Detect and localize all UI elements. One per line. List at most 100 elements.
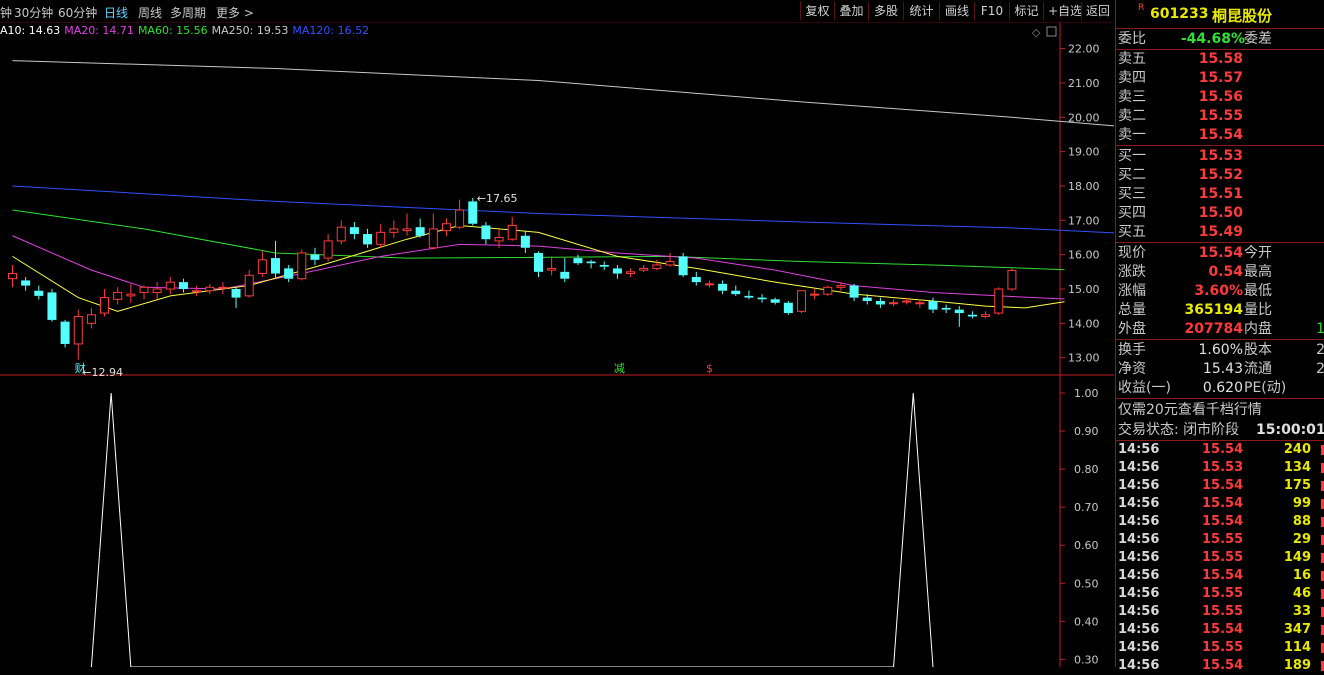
- stock-badge: R: [1138, 3, 1145, 13]
- draw-line-button[interactable]: 画线: [939, 2, 974, 20]
- ma-line-ma250: [12, 60, 1114, 127]
- tick-price: 15.54: [1202, 622, 1244, 637]
- restore-rights-button[interactable]: 复权: [800, 2, 834, 20]
- candle: [665, 252, 675, 267]
- fundamental-label: 换手: [1118, 342, 1146, 358]
- candle: [731, 285, 741, 296]
- candle: [244, 270, 254, 298]
- fundamental-value: 1.60%: [1198, 342, 1243, 358]
- kline-chart[interactable]: 22.0021.0020.0019.0018.0017.0016.0015.00…: [0, 22, 1114, 667]
- sub-y-tick-label: 0.30: [1074, 653, 1099, 666]
- candle: [994, 287, 1004, 315]
- notice-row: 仅需20元查看千档行情: [1116, 401, 1324, 419]
- quote-label-2: 内盘: [1244, 321, 1272, 337]
- tick-price: 15.55: [1202, 604, 1244, 619]
- tick-price: 15.53: [1202, 460, 1244, 475]
- tick-volume: 347: [1283, 622, 1311, 637]
- candle: [810, 289, 820, 300]
- quote-label-2: 今开: [1244, 245, 1272, 261]
- tick-time: 14:56: [1118, 622, 1160, 637]
- quote-label-2: 量比: [1244, 302, 1272, 318]
- candle: [152, 282, 162, 300]
- fundamental-value: 0.620: [1202, 380, 1243, 396]
- wei-cha-label: 委差: [1244, 31, 1272, 47]
- multi-stock-button[interactable]: 多股: [868, 2, 903, 20]
- period-tab-1[interactable]: 30分钟: [14, 4, 53, 21]
- fundamental-value-2: 2: [1316, 361, 1324, 377]
- candle: [349, 222, 359, 240]
- add-favorite-button[interactable]: +自选: [1043, 2, 1082, 20]
- tick-price: 15.54: [1202, 658, 1244, 673]
- fundamental-label-2: PE(动): [1244, 380, 1287, 396]
- period-tab-4[interactable]: 周线: [138, 4, 162, 21]
- sub-y-tick-label: 0.80: [1074, 463, 1099, 476]
- tick-time: 14:56: [1118, 640, 1160, 655]
- ask-row: 卖二 15.55: [1116, 107, 1324, 125]
- ask-price: 15.56: [1198, 89, 1243, 105]
- low-price-label: ←12.94: [82, 366, 123, 379]
- period-tab-0[interactable]: 钟: [0, 4, 12, 21]
- event-marker: 减: [614, 362, 625, 375]
- overlay-button[interactable]: 叠加: [834, 2, 868, 20]
- candle: [639, 264, 649, 272]
- tick-row: 14:56 15.54 16: [1116, 567, 1324, 585]
- candle: [1007, 268, 1017, 291]
- candle: [86, 307, 96, 329]
- tick-time: 14:56: [1118, 532, 1160, 547]
- sub-y-tick-label: 1.00: [1074, 387, 1099, 400]
- quote-row: 现价 15.54 今开: [1116, 244, 1324, 262]
- trade-status-label: 交易状态: 闭市阶段: [1118, 422, 1240, 438]
- bid-row: 买五 15.49: [1116, 223, 1324, 241]
- y-tick-label: 17.00: [1068, 214, 1100, 227]
- sub-y-tick-label: 0.60: [1074, 539, 1099, 552]
- period-tab-6[interactable]: 更多 >: [216, 4, 254, 21]
- candle: [21, 276, 31, 291]
- candle: [507, 216, 517, 241]
- fundamental-row: 净资 15.43 流通 2: [1116, 360, 1324, 378]
- candle: [139, 285, 149, 300]
- tick-time: 14:56: [1118, 604, 1160, 619]
- tick-row: 14:56 15.55 149: [1116, 549, 1324, 567]
- fundamental-value-2: 2: [1316, 342, 1324, 358]
- fundamental-label-2: 流通: [1244, 361, 1272, 377]
- candle: [981, 311, 991, 319]
- candle: [363, 228, 373, 248]
- ask-label: 卖一: [1118, 127, 1146, 143]
- upgrade-notice-link[interactable]: 仅需20元查看千档行情: [1118, 401, 1262, 419]
- stock-header: R 601233 桐昆股份: [1116, 0, 1324, 28]
- candle: [376, 223, 386, 248]
- tick-row: 14:56 15.55 114: [1116, 639, 1324, 657]
- ask-label: 卖五: [1118, 51, 1146, 67]
- separator: [1116, 242, 1324, 243]
- y-tick-label: 21.00: [1068, 77, 1100, 90]
- separator: [1116, 398, 1324, 399]
- candle: [691, 271, 701, 286]
- statistics-button[interactable]: 统计: [903, 2, 939, 20]
- ask-row: 卖四 15.57: [1116, 69, 1324, 87]
- fundamental-label: 净资: [1118, 361, 1146, 377]
- candle: [428, 213, 438, 250]
- period-tab-3[interactable]: 日线: [104, 4, 128, 21]
- quote-value-2: 1: [1316, 321, 1324, 337]
- tick-volume: 88: [1292, 514, 1311, 529]
- f10-button[interactable]: F10: [974, 2, 1009, 20]
- candle: [941, 304, 951, 314]
- mark-button[interactable]: 标记: [1009, 2, 1043, 20]
- y-tick-label: 13.00: [1068, 352, 1100, 365]
- quote-row: 涨幅 3.60% 最低: [1116, 282, 1324, 300]
- tick-price: 15.54: [1202, 478, 1244, 493]
- quote-value: 0.54: [1208, 264, 1243, 280]
- period-tab-2[interactable]: 60分钟: [58, 4, 97, 21]
- trade-status-time: 15:00:01: [1256, 422, 1324, 438]
- separator: [1116, 339, 1324, 340]
- candle: [678, 252, 688, 277]
- candle: [165, 276, 175, 295]
- tick-time: 14:56: [1118, 442, 1160, 457]
- candle: [704, 280, 714, 288]
- back-button[interactable]: 返回: [1081, 2, 1114, 20]
- candle: [455, 199, 465, 229]
- candle: [520, 230, 530, 253]
- period-tab-5[interactable]: 多周期: [170, 4, 206, 21]
- tick-price: 15.54: [1202, 568, 1244, 583]
- tick-time: 14:56: [1118, 568, 1160, 583]
